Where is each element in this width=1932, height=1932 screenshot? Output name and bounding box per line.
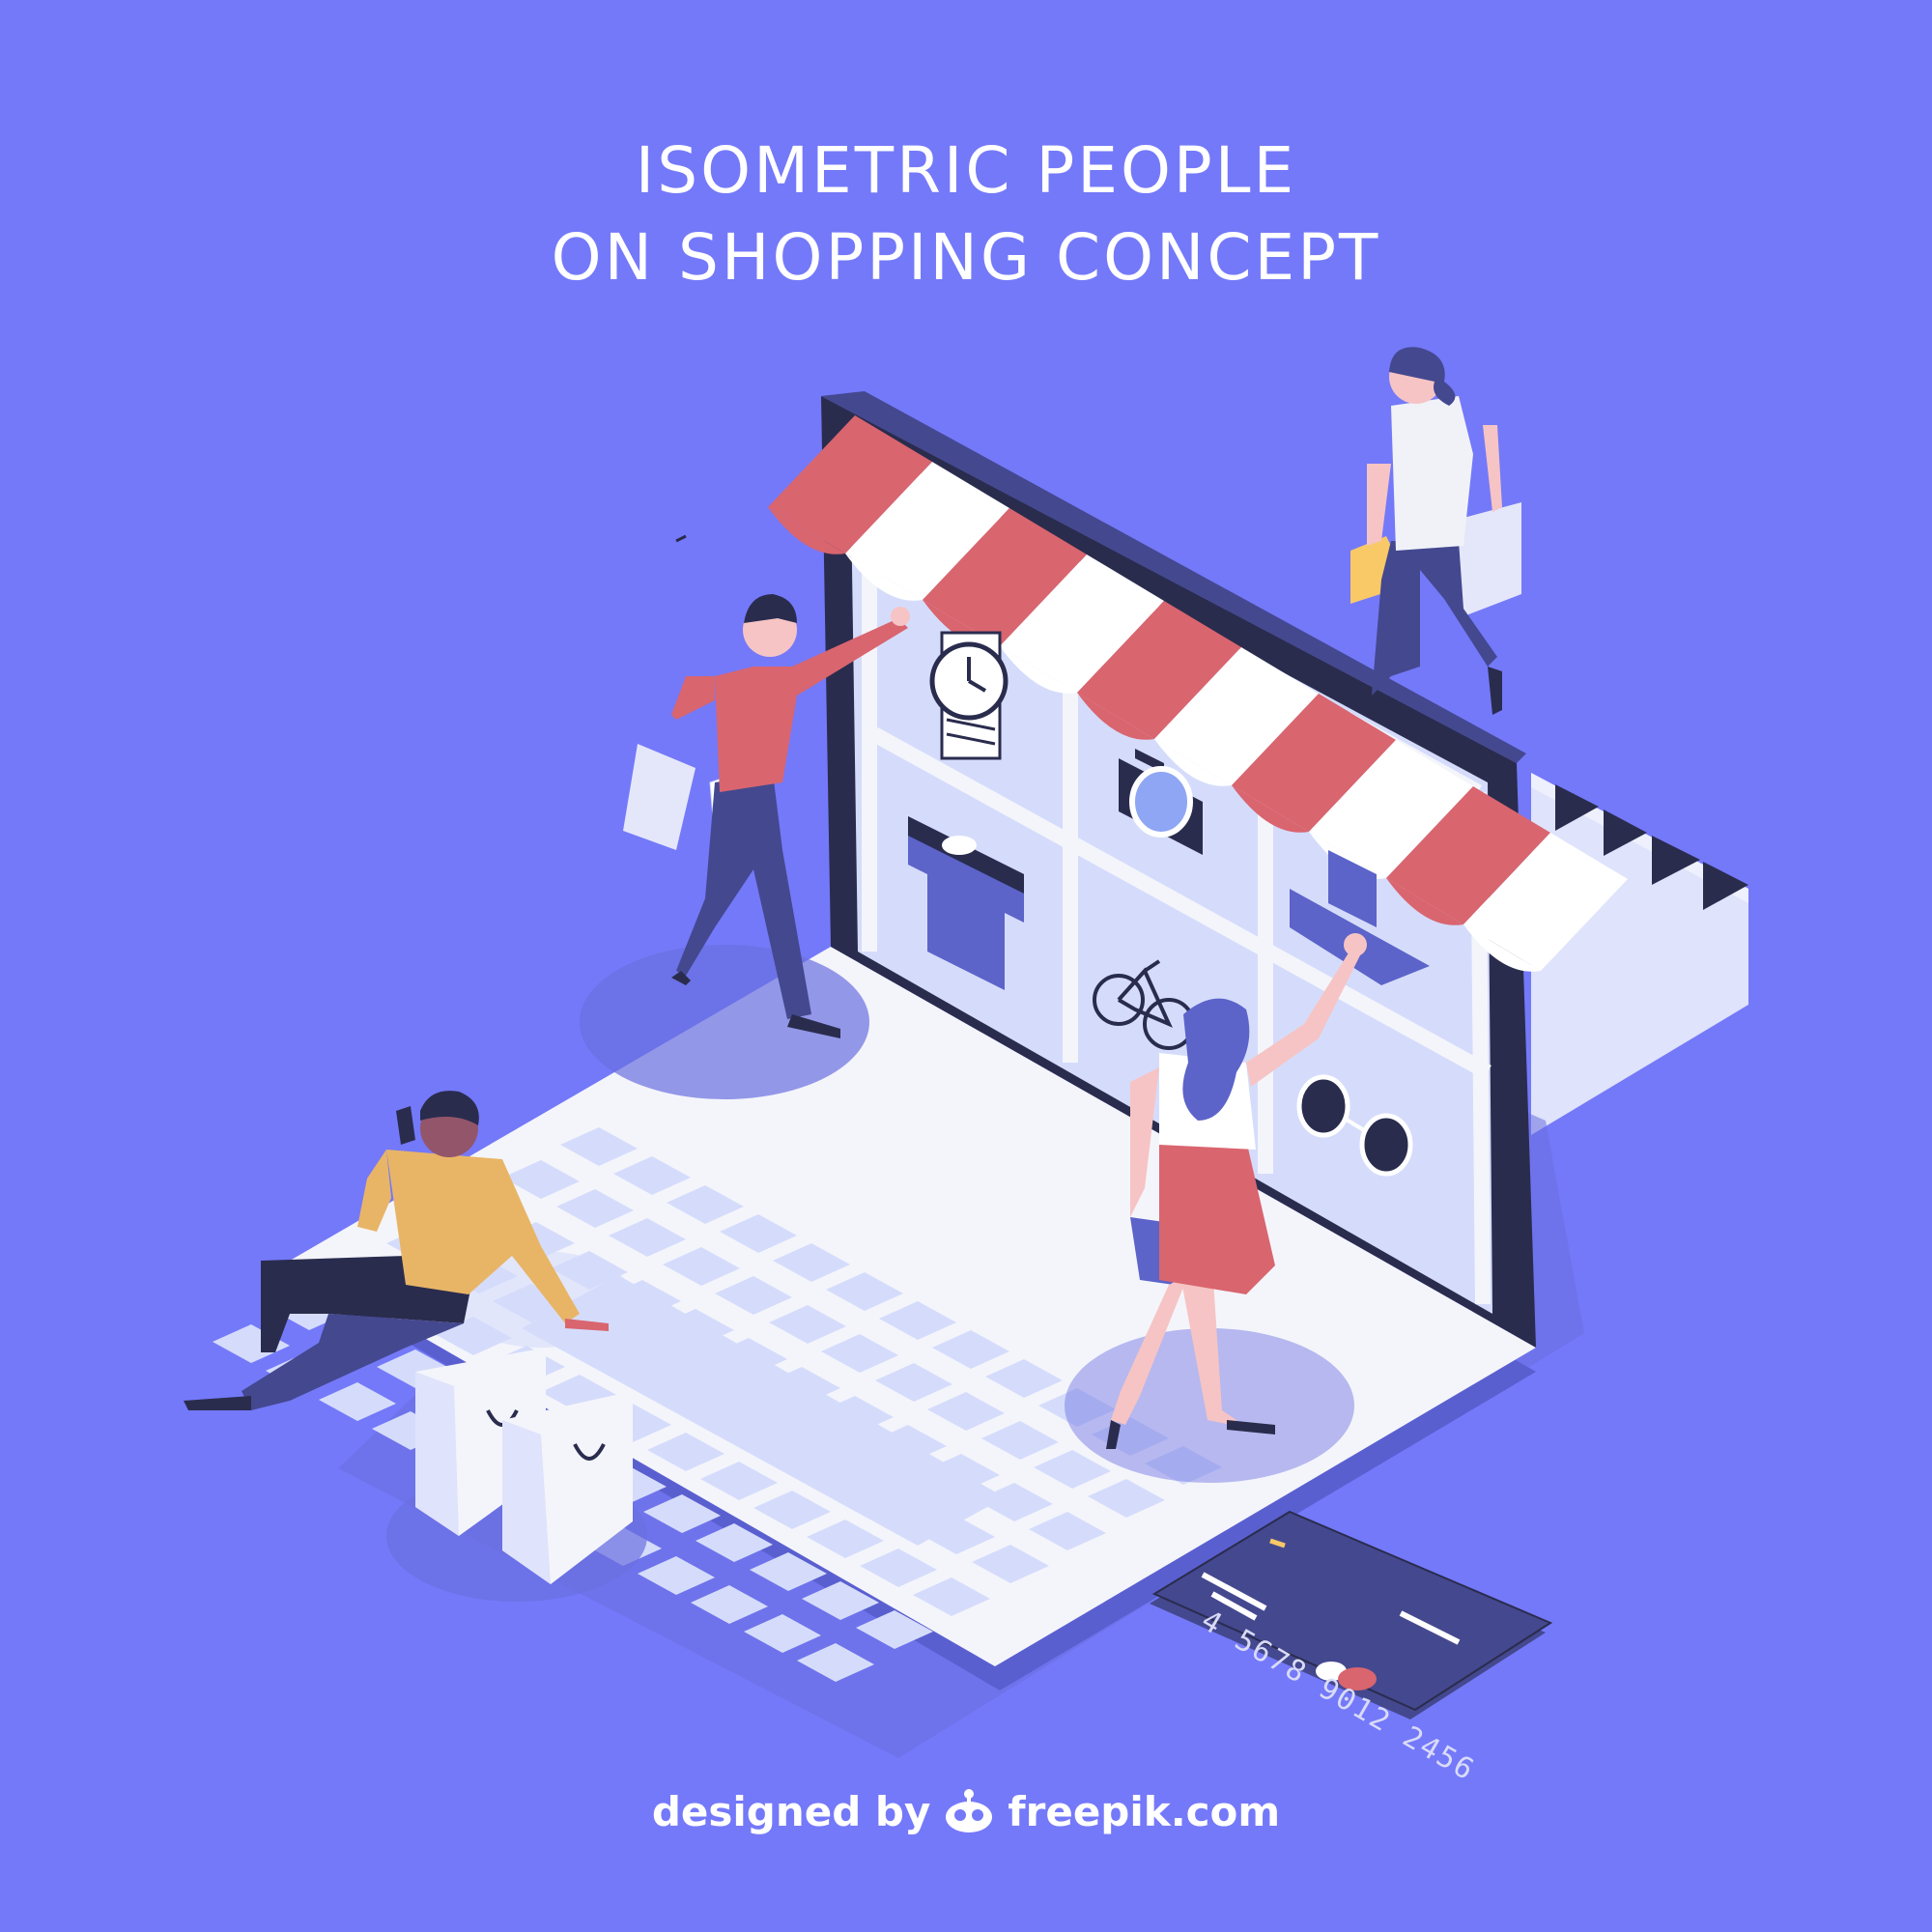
floor-shadow-1	[580, 945, 869, 1099]
freepik-robot-icon	[946, 1789, 993, 1833]
footer-prefix: designed by	[651, 1787, 931, 1835]
woman-white-top	[1350, 347, 1521, 715]
back-box	[1531, 773, 1748, 1135]
footer-brand[interactable]: freepik.com	[1008, 1788, 1280, 1835]
watch-icon	[929, 631, 1009, 760]
footer-credit[interactable]: designed by freepik.com	[0, 1777, 1932, 1845]
illustration-canvas: ISOMETRIC PEOPLE ON SHOPPING CONCEPT 4 5…	[0, 0, 1932, 1932]
shopping-scene	[184, 347, 1748, 1758]
keyboard-key	[319, 1382, 396, 1421]
